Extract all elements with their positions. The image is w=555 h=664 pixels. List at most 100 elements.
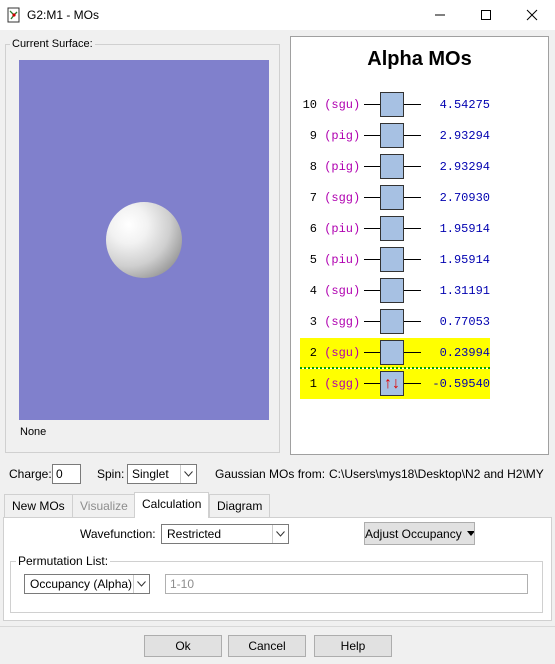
maximize-button[interactable] <box>463 0 509 30</box>
mo-row[interactable]: 3 (sgg) 0.77053 <box>300 307 490 337</box>
spin-select-value: Singlet <box>132 467 169 481</box>
mo-number: 9 <box>309 129 317 143</box>
mo-energy: 1.31191 <box>439 284 490 298</box>
permutation-range-input[interactable]: 1-10 <box>165 574 528 594</box>
mo-label: 7 (sgg) <box>300 191 360 205</box>
mo-number: 6 <box>309 222 317 236</box>
wavefunction-label: Wavefunction: <box>80 527 156 541</box>
mo-level-box[interactable] <box>380 185 404 210</box>
mo-row[interactable]: 10 (sgu) 4.54275 <box>300 90 490 120</box>
mo-number: 5 <box>309 253 317 267</box>
mo-level-line <box>404 166 421 167</box>
mo-level-line <box>364 321 380 322</box>
mo-label: 8 (pig) <box>300 160 360 174</box>
tab-new-mos[interactable]: New MOs <box>4 494 73 517</box>
app-icon <box>6 7 22 23</box>
spin-down-arrow-icon: ↓ <box>392 375 400 392</box>
mo-level-line <box>404 290 421 291</box>
mo-row[interactable]: 4 (sgu) 1.31191 <box>300 276 490 306</box>
mo-symmetry: (sgg) <box>324 377 361 391</box>
help-button[interactable]: Help <box>314 635 392 657</box>
mo-number: 2 <box>309 346 317 360</box>
mo-row[interactable]: 5 (piu) 1.95914 <box>300 245 490 275</box>
minimize-icon <box>435 14 445 16</box>
homo-lumo-separator <box>300 367 490 369</box>
mo-level-box[interactable] <box>380 309 404 334</box>
mo-symmetry: (sgu) <box>324 98 361 112</box>
mo-energy: 2.70930 <box>439 191 490 205</box>
mo-row[interactable]: 6 (piu) 1.95914 <box>300 214 490 244</box>
mo-symmetry: (piu) <box>324 222 361 236</box>
charge-label: Charge: <box>9 467 52 481</box>
bottom-divider <box>0 626 555 627</box>
mo-level-box[interactable] <box>380 123 404 148</box>
mo-level-line <box>364 135 380 136</box>
mo-symmetry: (sgg) <box>324 191 361 205</box>
mo-level-line <box>404 321 421 322</box>
ok-button[interactable]: Ok <box>144 635 222 657</box>
mo-level-line <box>364 197 380 198</box>
mo-level-line <box>404 197 421 198</box>
cancel-button[interactable]: Cancel <box>228 635 306 657</box>
mo-level-box[interactable]: ↑ ↓ <box>380 371 404 396</box>
tab-diagram[interactable]: Diagram <box>209 494 271 517</box>
mo-symmetry: (sgu) <box>324 346 361 360</box>
spin-up-arrow-icon: ↑ <box>384 375 392 392</box>
current-surface-legend: Current Surface: <box>10 38 95 50</box>
mo-label: 1 (sgg) <box>300 377 360 391</box>
mo-row[interactable]: 9 (pig) 2.93294 <box>300 121 490 151</box>
mo-energy: 2.93294 <box>439 129 490 143</box>
mo-number: 4 <box>309 284 317 298</box>
mo-level-line <box>364 104 380 105</box>
mo-energy: 1.95914 <box>439 222 490 236</box>
permutation-select-value: Occupancy (Alpha) <box>30 577 133 591</box>
mo-level-line <box>404 135 421 136</box>
mo-level-box[interactable] <box>380 154 404 179</box>
mo-row[interactable]: 1 (sgg) ↑ ↓ -0.59540 <box>300 369 490 399</box>
gaussian-mos-path: C:\Users\mys18\Desktop\N2 and H2\MY <box>329 467 544 481</box>
mo-level-box[interactable] <box>380 92 404 117</box>
mo-level-line <box>404 259 421 260</box>
mo-row[interactable]: 7 (sgg) 2.70930 <box>300 183 490 213</box>
mo-symmetry: (sgg) <box>324 315 361 329</box>
mo-label: 4 (sgu) <box>300 284 360 298</box>
mo-symmetry: (pig) <box>324 160 361 174</box>
mo-number: 7 <box>309 191 317 205</box>
mo-level-line <box>364 290 380 291</box>
mo-level-box[interactable] <box>380 278 404 303</box>
mo-level-line <box>364 228 380 229</box>
mo-level-box[interactable] <box>380 216 404 241</box>
mo-number: 3 <box>309 315 317 329</box>
tab-visualize[interactable]: Visualize <box>72 494 136 517</box>
mo-energy: 0.23994 <box>439 346 490 360</box>
mo-label: 5 (piu) <box>300 253 360 267</box>
mo-label: 2 (sgu) <box>300 346 360 360</box>
gaussian-mos-label: Gaussian MOs from: <box>215 467 326 481</box>
mo-level-line <box>364 259 380 260</box>
minimize-button[interactable] <box>417 0 463 30</box>
wavefunction-value: Restricted <box>167 527 222 541</box>
mo-level-line <box>404 104 421 105</box>
permutation-list-legend: Permutation List: <box>16 554 111 568</box>
chevron-down-icon <box>180 465 196 483</box>
mo-level-box[interactable] <box>380 340 404 365</box>
mo-row[interactable]: 8 (pig) 2.93294 <box>300 152 490 182</box>
mo-number: 10 <box>302 98 317 112</box>
wavefunction-select[interactable]: Restricted <box>161 524 289 544</box>
close-button[interactable] <box>509 0 555 30</box>
charge-input[interactable]: 0 <box>52 464 81 484</box>
mo-level-box[interactable] <box>380 247 404 272</box>
close-icon <box>526 9 538 21</box>
mo-label: 3 (sgg) <box>300 315 360 329</box>
adjust-occupancy-button[interactable]: Adjust Occupancy <box>364 522 475 545</box>
mo-energy: 1.95914 <box>439 253 490 267</box>
mo-energy: 4.54275 <box>439 98 490 112</box>
tab-calculation[interactable]: Calculation <box>134 492 210 518</box>
window-title: G2:M1 - MOs <box>27 8 100 22</box>
mo-level-line <box>364 383 380 384</box>
spin-select[interactable]: Singlet <box>127 464 197 484</box>
mo-diagram-title: Alpha MOs <box>367 48 472 70</box>
mo-number: 8 <box>309 160 317 174</box>
permutation-select[interactable]: Occupancy (Alpha) <box>24 574 150 594</box>
mo-row[interactable]: 2 (sgu) 0.23994 <box>300 338 490 368</box>
